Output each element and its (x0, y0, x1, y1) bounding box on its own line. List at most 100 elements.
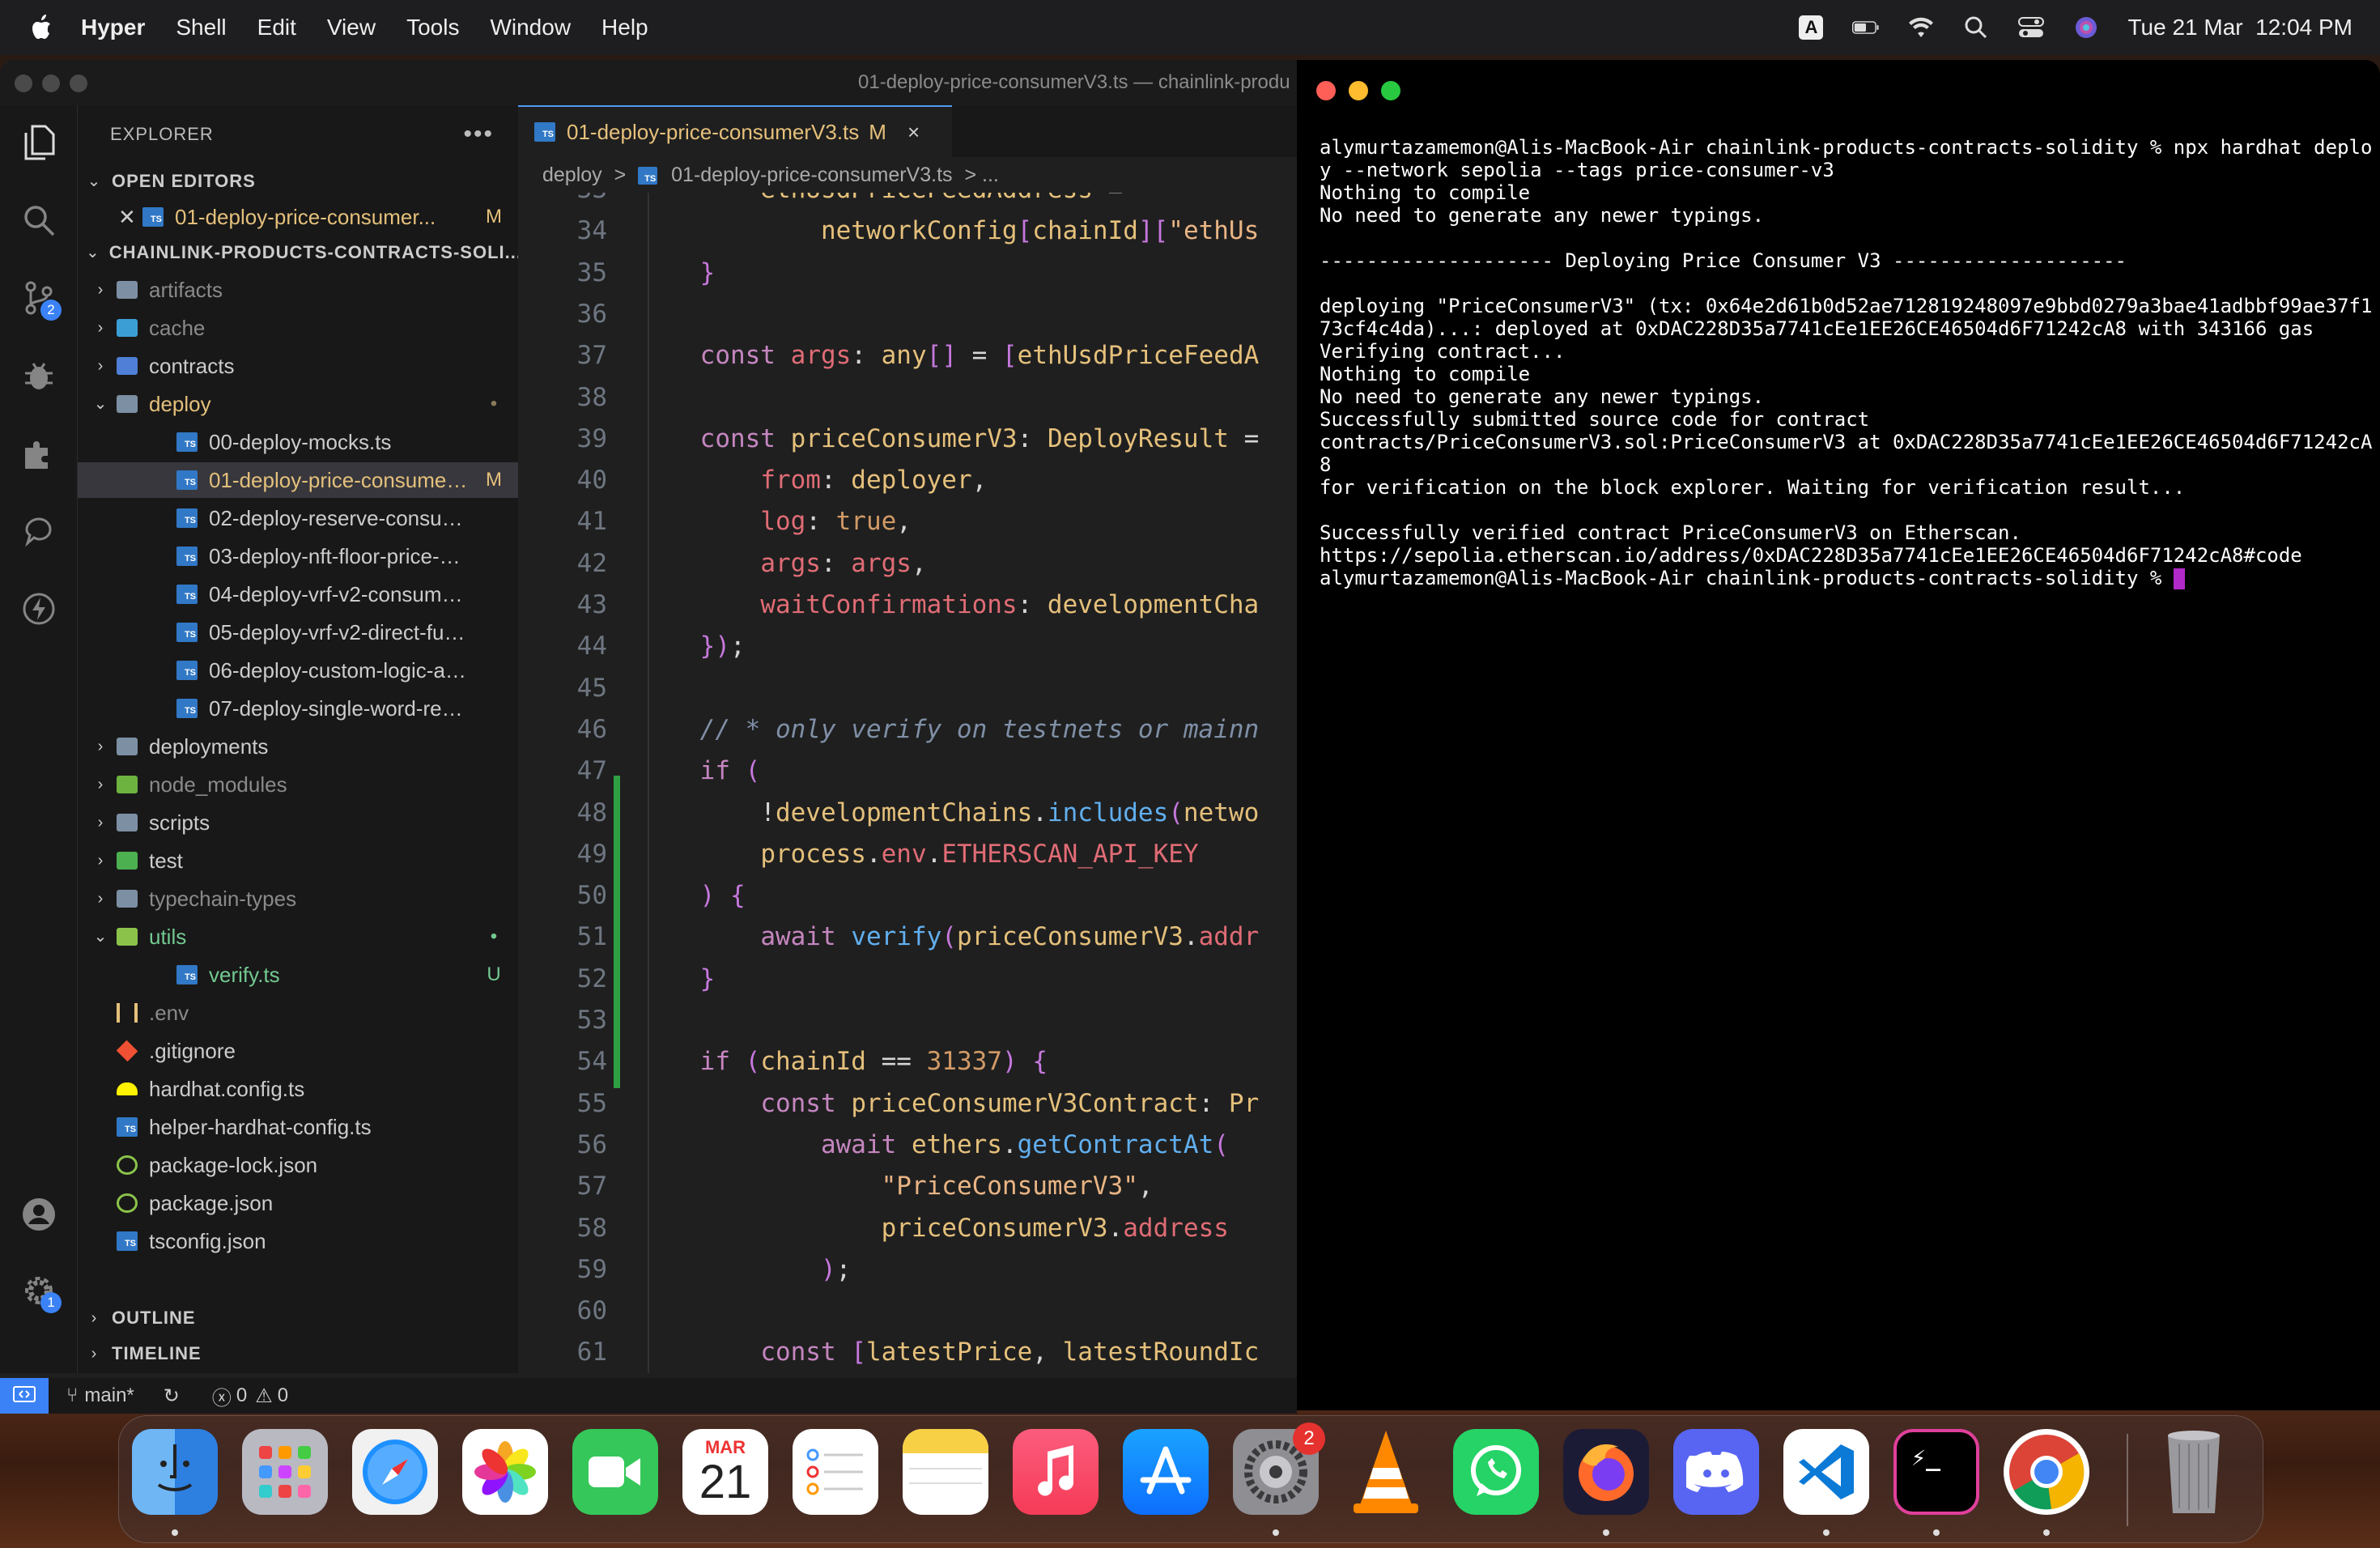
code-line[interactable]: const [latestPrice, latestRoundIc (640, 1337, 1259, 1367)
code-line[interactable]: ); (640, 1255, 851, 1284)
explorer-icon[interactable] (19, 123, 58, 162)
warning-count[interactable]: 0 (278, 1384, 288, 1407)
control-center-icon[interactable] (2017, 14, 2045, 41)
tree-item[interactable]: TS 06-deploy-custom-logic-autom... (78, 653, 518, 688)
code-line[interactable]: waitConfirmations: developmentCha (640, 590, 1259, 619)
close-window-button[interactable] (1316, 81, 1336, 100)
code-line[interactable]: networkConfig[chainId]["ethUs (640, 216, 1259, 245)
code-line[interactable]: } (640, 258, 716, 287)
zoom-window-button[interactable] (70, 74, 87, 92)
git-branch[interactable]: main* (84, 1384, 134, 1407)
code-line[interactable]: const args: any[] = [ethUsdPriceFeedA (640, 341, 1260, 370)
manage-gear-icon[interactable]: 1 (19, 1271, 62, 1313)
vlc-icon[interactable] (1343, 1429, 1429, 1515)
editor-tab-active[interactable]: TS 01-deploy-price-consumerV3.ts M × (518, 105, 952, 157)
discord-icon[interactable] (1673, 1429, 1759, 1515)
code-line[interactable]: "PriceConsumerV3", (640, 1172, 1154, 1201)
breadcrumb-file[interactable]: 01-deploy-price-consumerV3.ts (671, 164, 952, 186)
launchpad-icon[interactable] (242, 1429, 328, 1515)
code-editor[interactable]: 33 ethUsdPriceFeedAddress = 34 networkCon… (518, 193, 1297, 1373)
search-icon[interactable] (1962, 14, 1990, 41)
source-control-icon[interactable]: 2 (19, 279, 62, 321)
reminders-icon[interactable] (793, 1429, 878, 1515)
error-icon[interactable]: ⓧ (212, 1382, 232, 1410)
hyper-terminal-window[interactable]: alymurtazamemon@Alis-MacBook-Air chainli… (1297, 60, 2380, 1410)
music-icon[interactable] (1013, 1429, 1099, 1515)
tree-item[interactable]: › typechain-types (78, 881, 518, 916)
code-line[interactable]: ethUsdPriceFeedAddress = (640, 193, 1123, 204)
input-source-icon[interactable]: A (1797, 14, 1825, 41)
more-actions-icon[interactable]: ••• (463, 105, 494, 164)
tree-item[interactable]: hardhat.config.ts (78, 1071, 518, 1107)
calendar-icon[interactable]: MAR 21 (682, 1429, 768, 1515)
project-section[interactable]: ⌄ CHAINLINK-PRODUCTS-CONTRACTS-SOLI... (78, 235, 518, 270)
tree-item[interactable]: › cache (78, 310, 518, 346)
error-count[interactable]: 0 (236, 1384, 247, 1407)
chrome-icon[interactable] (2004, 1429, 2089, 1515)
app-store-icon[interactable] (1123, 1429, 1209, 1515)
breadcrumb-symbols[interactable]: > ... (964, 164, 998, 186)
outline-section[interactable]: › OUTLINE (78, 1300, 518, 1336)
code-line[interactable]: process.env.ETHERSCAN_API_KEY (640, 840, 1198, 869)
apple-icon[interactable] (26, 11, 58, 44)
sync-icon[interactable]: ↻ (164, 1384, 180, 1408)
code-line[interactable]: }); (640, 632, 746, 661)
tree-item[interactable]: package.json (78, 1185, 518, 1221)
remote-explorer-icon[interactable] (19, 512, 58, 551)
tree-item[interactable]: package-lock.json (78, 1147, 518, 1183)
menu-edit[interactable]: Edit (257, 15, 296, 40)
code-line[interactable]: } (640, 964, 716, 993)
timeline-section[interactable]: › TIMELINE (78, 1336, 518, 1372)
close-window-button[interactable] (15, 74, 32, 92)
notes-icon[interactable] (903, 1429, 988, 1515)
safari-icon[interactable] (352, 1429, 438, 1515)
code-line[interactable]: priceConsumerV3.address (640, 1214, 1229, 1243)
trash-icon[interactable] (2151, 1429, 2237, 1515)
open-editors-section[interactable]: ⌄ OPEN EDITORS (78, 164, 518, 199)
wifi-icon[interactable] (1907, 14, 1935, 41)
code-line[interactable]: await verify(priceConsumerV3.addr (640, 922, 1259, 951)
firefox-icon[interactable] (1563, 1429, 1649, 1515)
tree-item[interactable]: TS verify.ts U (78, 957, 518, 993)
vscode-icon[interactable] (1783, 1429, 1869, 1515)
thunder-client-icon[interactable] (19, 589, 58, 628)
tree-item[interactable]: › scripts (78, 805, 518, 840)
tree-item[interactable]: › node_modules (78, 767, 518, 802)
tree-item[interactable]: TS 00-deploy-mocks.ts (78, 424, 518, 460)
minimize-window-button[interactable] (42, 74, 60, 92)
tree-item[interactable]: TS 03-deploy-nft-floor-price-cons... (78, 538, 518, 574)
git-branch-icon[interactable]: ⑂ (66, 1384, 78, 1407)
tree-item[interactable]: ⌄ utils • (78, 919, 518, 955)
finder-icon[interactable] (132, 1429, 218, 1515)
terminal-output[interactable]: alymurtazamemon@Alis-MacBook-Air chainli… (1320, 136, 2372, 589)
code-line[interactable]: ) { (640, 881, 746, 910)
search-icon[interactable] (19, 201, 58, 240)
siri-icon[interactable] (2072, 14, 2100, 41)
code-line[interactable]: args: args, (640, 549, 926, 578)
menu-help[interactable]: Help (601, 15, 648, 40)
code-line[interactable]: log: true, (640, 507, 912, 536)
facetime-icon[interactable] (572, 1429, 658, 1515)
code-line[interactable]: const priceConsumerV3: DeployResult = (640, 424, 1260, 453)
battery-icon[interactable] (1852, 14, 1880, 41)
tree-item[interactable]: TS 07-deploy-single-word-respons... (78, 691, 518, 726)
code-line[interactable]: if (chainId == 31337) { (640, 1047, 1048, 1076)
tree-item[interactable]: TS helper-hardhat-config.ts (78, 1109, 518, 1145)
remote-indicator-icon[interactable] (0, 1378, 49, 1414)
tree-item[interactable]: › contracts (78, 348, 518, 384)
tree-item[interactable]: ⌄ deploy • (78, 386, 518, 422)
close-icon[interactable]: ✕ (118, 199, 142, 235)
code-line[interactable]: from: deployer, (640, 466, 987, 495)
code-line[interactable]: // * only verify on testnets or mainn (640, 715, 1260, 744)
photos-icon[interactable] (462, 1429, 548, 1515)
close-tab-icon[interactable]: × (907, 120, 920, 145)
zoom-window-button[interactable] (1381, 81, 1400, 100)
menu-datetime[interactable]: Tue 21 Mar 12:04 PM (2127, 15, 2352, 40)
tree-item[interactable]: .env (78, 995, 518, 1031)
tree-item[interactable]: TS 02-deploy-reserve-consumerV3... (78, 500, 518, 536)
system-settings-icon[interactable]: 2 (1233, 1423, 1325, 1515)
extensions-icon[interactable] (19, 434, 58, 473)
code-line[interactable]: await ethers.getContractAt( (640, 1130, 1229, 1159)
tree-item[interactable]: TS 04-deploy-vrf-v2-consumer.ts (78, 576, 518, 612)
whatsapp-icon[interactable] (1453, 1429, 1539, 1515)
